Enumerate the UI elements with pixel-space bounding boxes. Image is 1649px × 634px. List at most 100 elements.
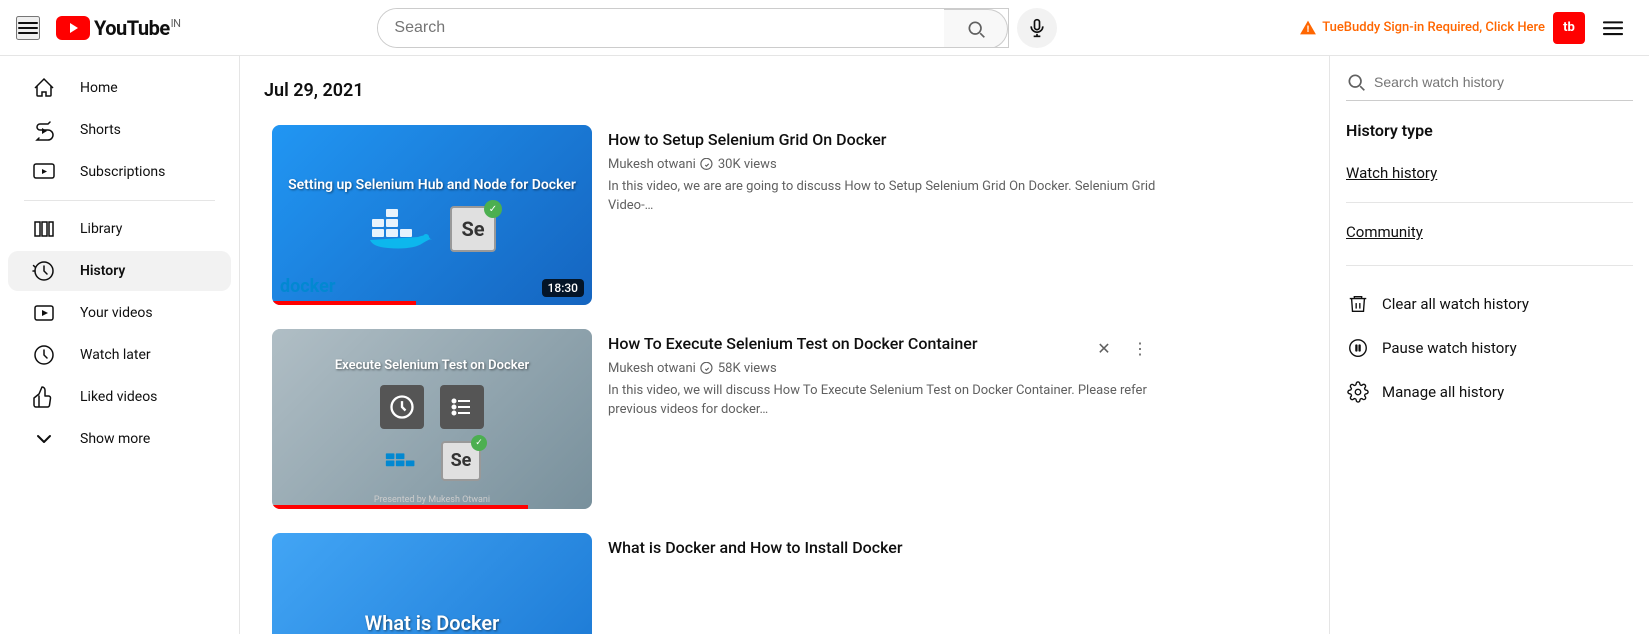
microphone-icon — [1027, 18, 1047, 38]
sidebar-label-watch-later: Watch later — [80, 347, 151, 363]
sidebar-label-subscriptions: Subscriptions — [80, 164, 165, 180]
watch-history-link[interactable]: Watch history — [1346, 156, 1633, 190]
chevron-down-icon — [32, 427, 56, 451]
your-videos-icon — [32, 301, 56, 325]
library-icon — [32, 217, 56, 241]
search-input[interactable] — [378, 9, 944, 47]
sidebar-item-library[interactable]: Library — [8, 209, 231, 249]
sidebar-label-history: History — [80, 263, 125, 279]
manage-history-label: Manage all history — [1382, 383, 1504, 401]
video-meta-1: Mukesh otwani 30K views — [608, 157, 1156, 172]
duration-badge-1: 18:30 — [542, 279, 584, 297]
search-bar — [377, 8, 1009, 48]
sidebar-label-your-videos: Your videos — [80, 305, 153, 321]
tubebuddy-alert[interactable]: TueBuddy Sign-in Required, Click Here — [1300, 20, 1545, 36]
progress-bar-2 — [272, 505, 528, 509]
sidebar-item-watch-later[interactable]: Watch later — [8, 335, 231, 375]
sidebar-item-your-videos[interactable]: Your videos — [8, 293, 231, 333]
video-actions-2: ✕ ⋮ — [1088, 333, 1156, 365]
main-content: Jul 29, 2021 Setting up Selenium Hub and… — [240, 56, 1329, 634]
search-history-bar — [1346, 72, 1633, 101]
pause-history-action[interactable]: Pause watch history — [1346, 326, 1633, 370]
video-info-1: How to Setup Selenium Grid On Docker Muk… — [608, 125, 1156, 305]
view-count-1: 30K views — [718, 157, 777, 172]
youtube-logo-icon — [56, 16, 90, 40]
header-menu-button[interactable] — [1593, 8, 1633, 48]
clear-history-action[interactable]: Clear all watch history — [1346, 282, 1633, 326]
tubebuddy-logo[interactable]: tb — [1553, 12, 1585, 44]
channel-name-1: Mukesh otwani — [608, 157, 696, 172]
manage-history-action[interactable]: Manage all history — [1346, 370, 1633, 414]
progress-bar-1 — [272, 301, 416, 305]
subscriptions-icon — [32, 160, 56, 184]
channel-name-2: Mukesh otwani — [608, 361, 696, 376]
home-icon — [32, 76, 56, 100]
video-meta-2: Mukesh otwani 58K views — [608, 361, 1156, 376]
docker-icon — [368, 205, 438, 253]
video-item[interactable]: Setting up Selenium Hub and Node for Doc… — [264, 117, 1164, 313]
header-left: YouTubeIN — [16, 16, 256, 40]
header-right: TueBuddy Sign-in Required, Click Here tb — [1300, 8, 1633, 48]
sidebar-item-liked-videos[interactable]: Liked videos — [8, 377, 231, 417]
tubebuddy-logo-text: tb — [1563, 20, 1575, 35]
video-title-2: How To Execute Selenium Test on Docker C… — [608, 333, 1156, 355]
video-description-2: In this video, we will discuss How To Ex… — [608, 382, 1156, 418]
sidebar-label-liked-videos: Liked videos — [80, 389, 157, 405]
shorts-icon — [32, 118, 56, 142]
sidebar-item-subscriptions[interactable]: Subscriptions — [8, 152, 231, 192]
history-type-label: History type — [1346, 121, 1633, 140]
sidebar-item-history[interactable]: History — [8, 251, 231, 291]
video-list: Setting up Selenium Hub and Node for Doc… — [264, 117, 1164, 634]
view-count-2: 58K views — [718, 361, 777, 376]
verified-icon-1 — [700, 158, 714, 172]
video-item-2[interactable]: Execute Selenium Test on Docker — [264, 321, 1164, 517]
sidebar: Home Shorts Subscriptions — [0, 56, 240, 634]
search-history-icon — [1346, 72, 1366, 92]
hamburger-button[interactable] — [16, 16, 40, 40]
video-title-3: What is Docker and How to Install Docker — [608, 537, 1156, 559]
liked-videos-icon — [32, 385, 56, 409]
video-info-2: How To Execute Selenium Test on Docker C… — [608, 329, 1156, 509]
header-center — [377, 8, 1057, 48]
history-type-section: History type Watch history Community — [1346, 121, 1633, 249]
microphone-button[interactable] — [1017, 8, 1057, 48]
pause-icon — [1346, 336, 1370, 360]
youtube-logo[interactable]: YouTubeIN — [56, 16, 181, 40]
pause-history-label: Pause watch history — [1382, 339, 1517, 357]
search-button[interactable] — [944, 9, 1008, 48]
video-info-3: What is Docker and How to Install Docker — [608, 533, 1156, 634]
verified-icon-2 — [700, 362, 714, 376]
thumbnail-2: Execute Selenium Test on Docker — [272, 329, 592, 509]
video-item-3[interactable]: What is Docker What is Docker and How to… — [264, 525, 1164, 634]
warning-icon — [1300, 20, 1316, 36]
search-icon — [966, 19, 986, 39]
sidebar-item-shorts[interactable]: Shorts — [8, 110, 231, 150]
thumbnail-1: Setting up Selenium Hub and Node for Doc… — [272, 125, 592, 305]
main-layout: Home Shorts Subscriptions — [0, 56, 1649, 634]
header: YouTubeIN TueBuddy Sign-in Re — [0, 0, 1649, 56]
sidebar-item-home[interactable]: Home — [8, 68, 231, 108]
clear-history-label: Clear all watch history — [1382, 295, 1529, 313]
history-icon — [32, 259, 56, 283]
thumbnail-3: What is Docker — [272, 533, 592, 634]
trash-icon — [1346, 292, 1370, 316]
sidebar-label-shorts: Shorts — [80, 122, 121, 138]
gear-icon — [1346, 380, 1370, 404]
video-title-1: How to Setup Selenium Grid On Docker — [608, 129, 1156, 151]
right-panel: History type Watch history Community Cle… — [1329, 56, 1649, 634]
divider-1 — [1346, 202, 1633, 203]
divider-2 — [1346, 265, 1633, 266]
sidebar-label-home: Home — [80, 80, 118, 96]
tubebuddy-text: TueBuddy Sign-in Required, Click Here — [1322, 20, 1545, 35]
logo-wordmark: YouTubeIN — [94, 16, 181, 40]
dots-menu-icon — [1603, 18, 1623, 38]
search-history-input[interactable] — [1374, 74, 1633, 90]
date-header: Jul 29, 2021 — [264, 80, 1305, 101]
remove-video-button[interactable]: ✕ — [1088, 333, 1120, 365]
community-link[interactable]: Community — [1346, 215, 1633, 249]
thumb-label-3: What is Docker — [365, 611, 500, 634]
sidebar-item-show-more[interactable]: Show more — [8, 419, 231, 459]
sidebar-label-library: Library — [80, 221, 122, 237]
watch-later-icon — [32, 343, 56, 367]
more-options-button[interactable]: ⋮ — [1124, 333, 1156, 365]
